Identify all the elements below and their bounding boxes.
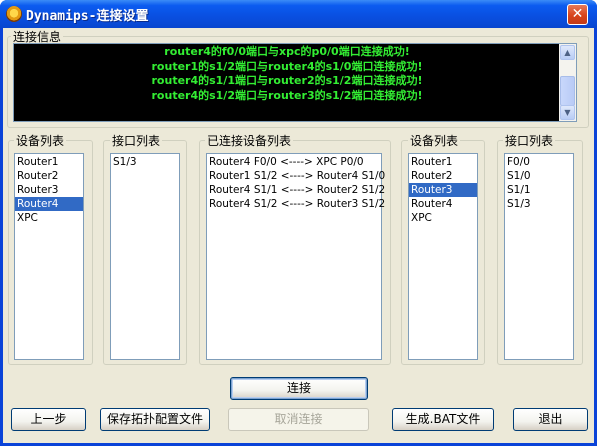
- device-list-item[interactable]: Router1: [15, 155, 83, 169]
- port-list-item[interactable]: S1/0: [505, 169, 573, 183]
- connection-list-item[interactable]: Router4 S1/1 <----> Router2 S1/2: [207, 183, 385, 197]
- connected-device-list[interactable]: Router4 F0/0 <----> XPC P0/0 Router1 S1/2…: [206, 153, 385, 360]
- info-log-line: router4的s1/1端口与router2的s1/2端口连接成功!: [151, 74, 423, 87]
- dialog-client-area: 连接信息 router4的f0/0端口与xpc的p0/0端口连接成功! route…: [3, 28, 594, 443]
- save-topology-button[interactable]: 保存拓扑配置文件: [100, 408, 210, 431]
- port-list-item[interactable]: S1/1: [505, 183, 573, 197]
- info-lines: router4的f0/0端口与xpc的p0/0端口连接成功! router1的s1…: [14, 45, 560, 103]
- scroll-thumb[interactable]: [560, 76, 575, 106]
- device-list-item[interactable]: Router4: [409, 197, 477, 211]
- device-list-item[interactable]: Router2: [15, 169, 83, 183]
- dynamips-app-icon: [6, 6, 22, 22]
- info-scrollbar[interactable]: ▲ ▼: [559, 44, 576, 121]
- cancel-connection-button[interactable]: 取消连接: [228, 408, 369, 431]
- left-port-list[interactable]: S1/3: [110, 153, 180, 360]
- port-list-item[interactable]: F0/0: [505, 155, 573, 169]
- right-port-list[interactable]: F0/0 S1/0 S1/1 S1/3: [504, 153, 574, 360]
- window-title: Dynamips-连接设置: [26, 9, 149, 24]
- port-list-item[interactable]: S1/3: [505, 197, 573, 211]
- info-log-line: router4的s1/2端口与router3的s1/2端口连接成功!: [151, 88, 423, 102]
- device-list-item[interactable]: Router4: [15, 197, 83, 211]
- info-log-line: router1的s1/2端口与router4的s1/0端口连接成功!: [151, 59, 423, 73]
- close-button[interactable]: ✕: [567, 4, 588, 25]
- connected-label: 已连接设备列表: [205, 132, 294, 149]
- connection-list-item[interactable]: Router4 S1/2 <----> Router3 S1/2: [207, 197, 385, 211]
- title-bar[interactable]: Dynamips-连接设置 ✕: [0, 0, 597, 28]
- right-device-label: 设备列表: [408, 132, 461, 149]
- connect-button[interactable]: 连接: [230, 377, 368, 400]
- scroll-up-arrow-icon[interactable]: ▲: [560, 45, 575, 60]
- close-icon: ✕: [571, 6, 584, 22]
- device-list-item[interactable]: Router3: [409, 183, 477, 197]
- device-list-item[interactable]: Router1: [409, 155, 477, 169]
- generate-bat-button[interactable]: 生成.BAT文件: [392, 408, 494, 431]
- device-list-item[interactable]: XPC: [409, 211, 477, 225]
- right-device-list[interactable]: Router1 Router2 Router3 Router4 XPC: [408, 153, 478, 360]
- connection-list-item[interactable]: Router1 S1/2 <----> Router4 S1/0: [207, 169, 385, 183]
- device-list-item[interactable]: Router2: [409, 169, 477, 183]
- connection-list-item[interactable]: Router4 F0/0 <----> XPC P0/0: [207, 155, 381, 169]
- port-list-item[interactable]: S1/3: [111, 155, 179, 169]
- device-list-item[interactable]: XPC: [15, 211, 83, 225]
- left-port-label: 接口列表: [110, 132, 163, 149]
- info-log-line: router4的f0/0端口与xpc的p0/0端口连接成功!: [164, 45, 410, 58]
- right-port-label: 接口列表: [503, 132, 556, 149]
- prev-step-button[interactable]: 上一步: [11, 408, 86, 431]
- left-device-list[interactable]: Router1 Router2 Router3 Router4 XPC: [14, 153, 84, 360]
- exit-button[interactable]: 退出: [513, 408, 588, 431]
- device-list-item[interactable]: Router3: [15, 183, 83, 197]
- scroll-down-arrow-icon[interactable]: ▼: [560, 105, 575, 120]
- dialog-window: Dynamips-连接设置 ✕ 连接信息 router4的f0/0端口与xpc的…: [0, 0, 597, 446]
- left-device-label: 设备列表: [14, 132, 67, 149]
- connection-info-log[interactable]: router4的f0/0端口与xpc的p0/0端口连接成功! router1的s1…: [13, 43, 577, 122]
